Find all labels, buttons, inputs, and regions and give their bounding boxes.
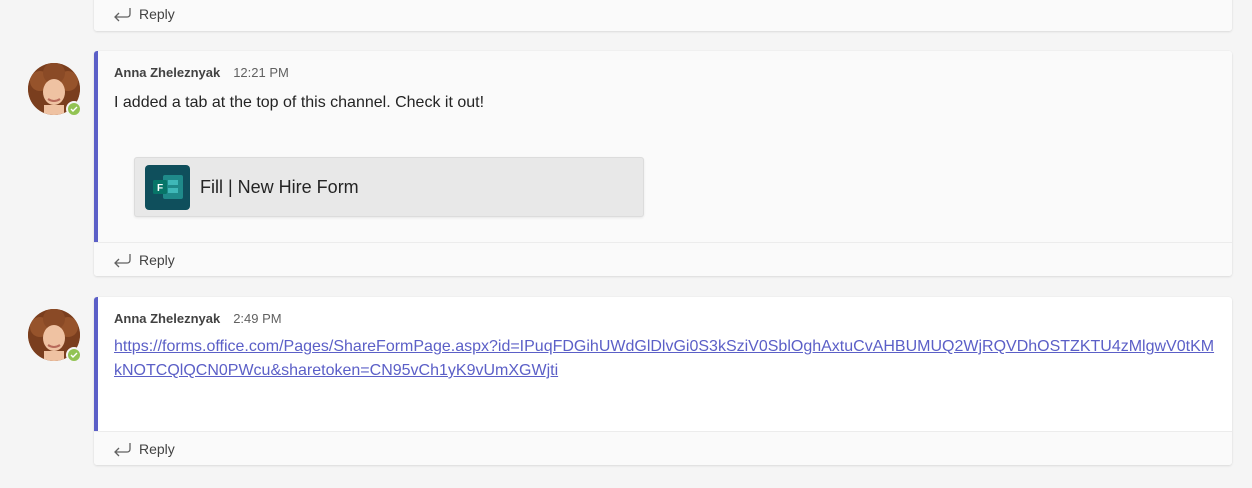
message-body: Anna Zheleznyak 2:49 PM https://forms.of… <box>94 297 1232 431</box>
author-name[interactable]: Anna Zheleznyak <box>114 311 220 326</box>
reply-arrow-icon <box>114 7 131 21</box>
form-share-link[interactable]: https://forms.office.com/Pages/ShareForm… <box>114 335 1216 397</box>
reply-label: Reply <box>139 5 175 22</box>
previous-message-card: Reply <box>94 0 1232 31</box>
avatar[interactable] <box>28 63 82 117</box>
reply-button[interactable]: Reply <box>94 0 1232 31</box>
message-text: I added a tab at the top of this channel… <box>114 94 485 111</box>
forms-icon: F <box>145 164 190 210</box>
message-body: Anna Zheleznyak 12:21 PM I added a tab a… <box>94 51 1232 242</box>
author-name[interactable]: Anna Zheleznyak <box>114 65 220 80</box>
reply-button[interactable]: Reply <box>94 431 1232 465</box>
reply-arrow-icon <box>114 442 131 456</box>
reply-label: Reply <box>139 251 175 268</box>
reply-label: Reply <box>139 440 175 457</box>
reply-arrow-icon <box>114 253 131 267</box>
svg-text:F: F <box>157 183 163 194</box>
presence-available-icon <box>66 101 82 117</box>
message-header: Anna Zheleznyak 2:49 PM <box>114 311 1216 331</box>
timestamp: 12:21 PM <box>233 65 289 80</box>
avatar[interactable] <box>28 309 82 363</box>
tab-card[interactable]: F Fill | New Hire Form <box>134 157 644 217</box>
reply-button[interactable]: Reply <box>94 242 1232 276</box>
presence-available-icon <box>66 347 82 363</box>
message-header: Anna Zheleznyak 12:21 PM <box>114 65 1216 85</box>
message-card: Anna Zheleznyak 12:21 PM I added a tab a… <box>94 51 1232 276</box>
timestamp: 2:49 PM <box>233 311 282 326</box>
tab-card-label: Fill | New Hire Form <box>200 176 359 197</box>
message-card: Anna Zheleznyak 2:49 PM https://forms.of… <box>94 297 1232 465</box>
